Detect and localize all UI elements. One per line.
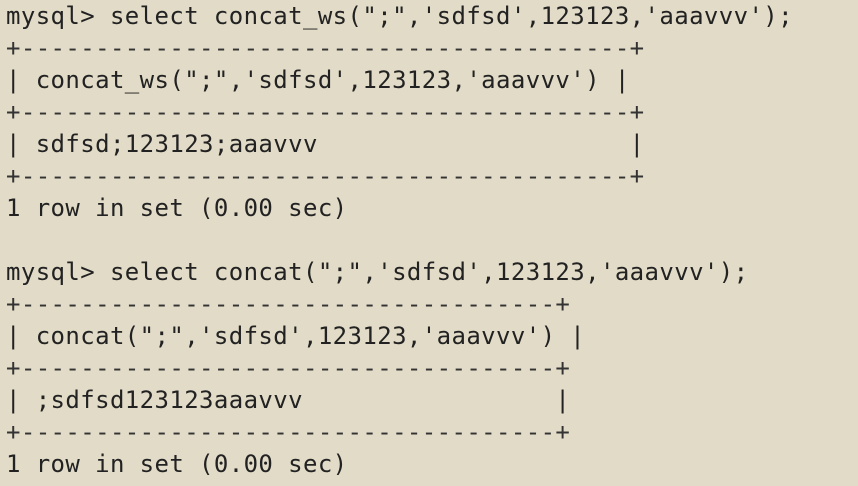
table-data-row: | sdfsd;123123;aaavvv | [6, 130, 645, 158]
table-border-top: +---------------------------------------… [6, 34, 645, 62]
terminal-window[interactable]: mysql> select concat_ws(";",'sdfsd',1231… [0, 0, 858, 486]
table-header-row: | concat(";",'sdfsd',123123,'aaavvv') | [6, 322, 586, 350]
table-border-mid: +---------------------------------------… [6, 98, 645, 126]
command-line: mysql> select concat(";",'sdfsd',123123,… [6, 258, 749, 286]
command-line: mysql> select concat_ws(";",'sdfsd',1231… [6, 2, 794, 30]
table-border-bottom: +---------------------------------------… [6, 162, 645, 190]
table-border-bottom: +------------------------------------+ [6, 418, 571, 446]
table-border-mid: +------------------------------------+ [6, 354, 571, 382]
result-status: 1 row in set (0.00 sec) [6, 450, 348, 478]
result-status: 1 row in set (0.00 sec) [6, 194, 348, 222]
table-header-row: | concat_ws(";",'sdfsd',123123,'aaavvv')… [6, 66, 630, 94]
table-data-row: | ;sdfsd123123aaavvv | [6, 386, 571, 414]
table-border-top: +------------------------------------+ [6, 290, 571, 318]
